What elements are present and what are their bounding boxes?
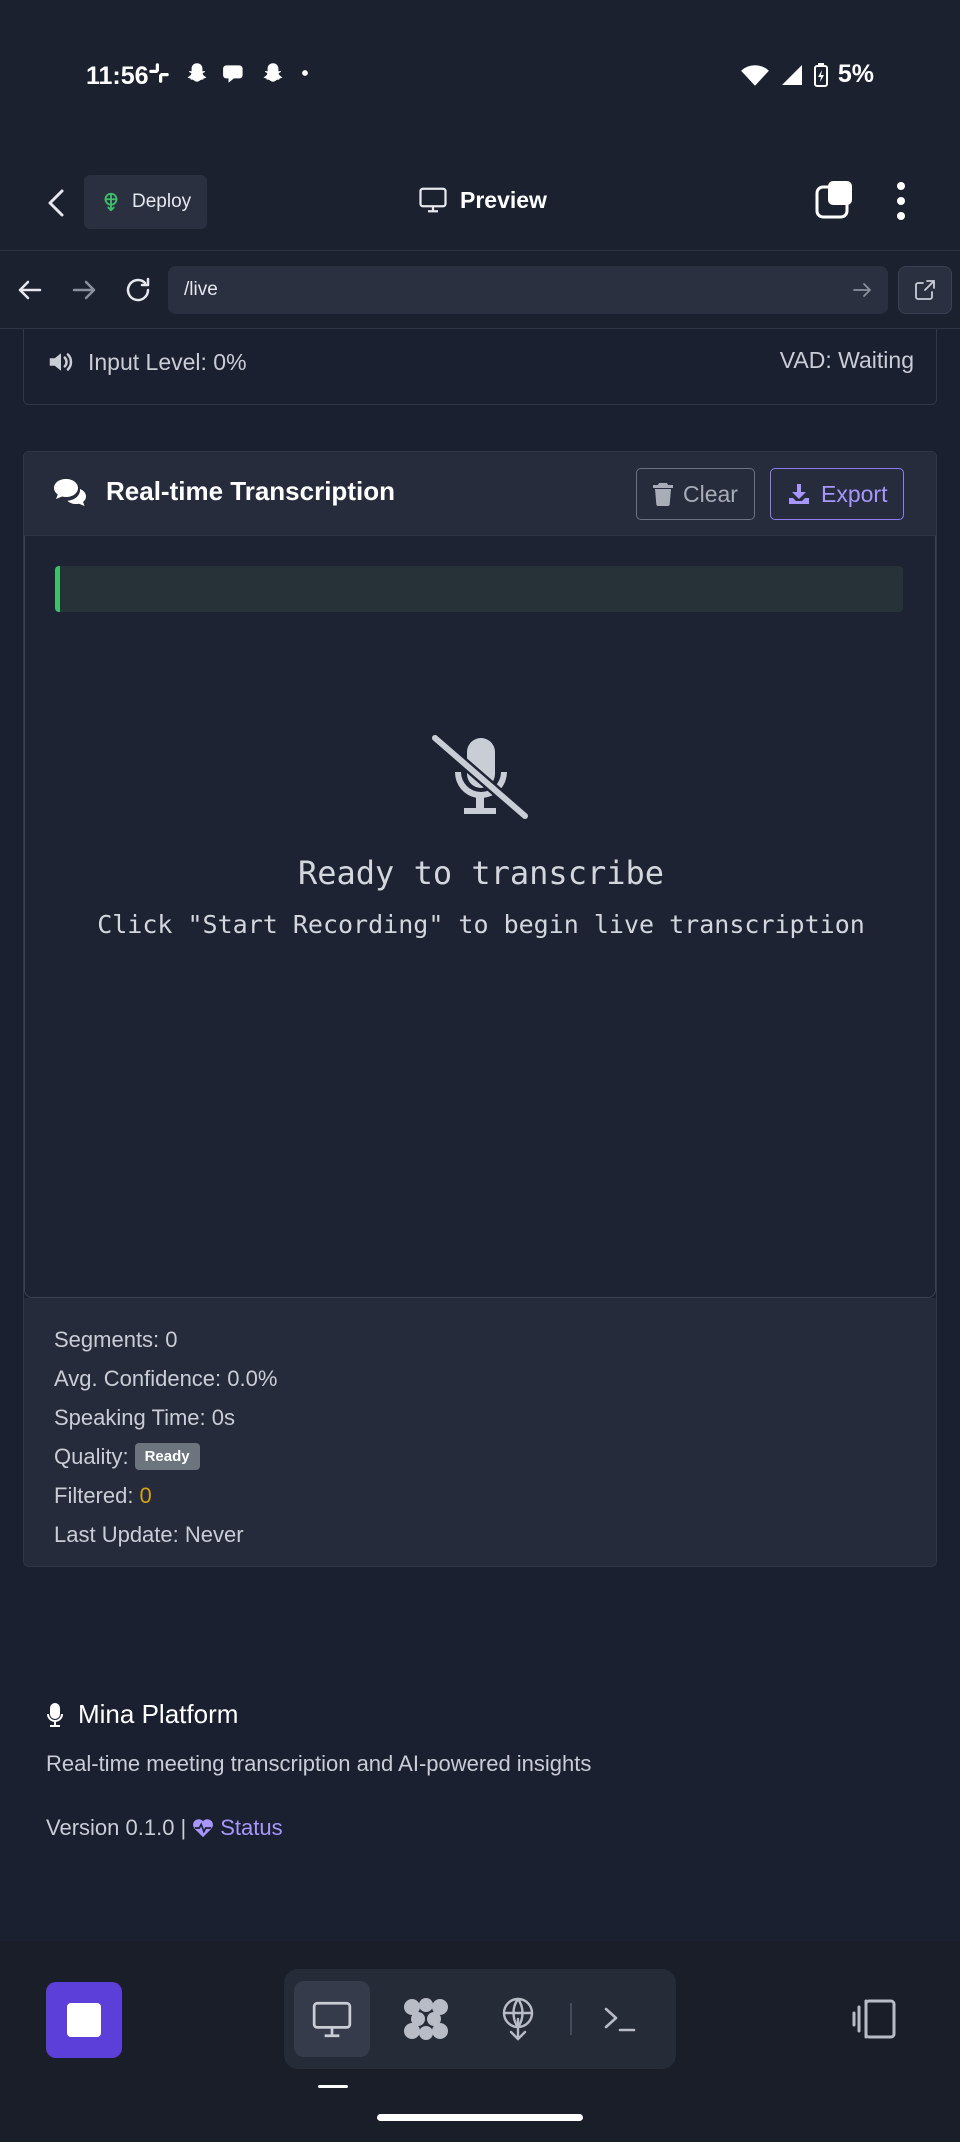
footer-description: Real-time meeting transcription and AI-p…	[46, 1751, 592, 1776]
transcription-header: Real-time Transcription Clear Export	[24, 452, 936, 536]
url-text: /live	[184, 279, 218, 300]
status-link-label: Status	[220, 1815, 283, 1840]
terminal-button[interactable]	[582, 1981, 658, 2057]
wifi-icon	[740, 64, 769, 86]
comments-icon	[54, 478, 86, 506]
stat-avg-confidence: Avg. Confidence: 0.0%	[54, 1365, 278, 1391]
nav-forward-icon[interactable]	[68, 274, 100, 306]
download-icon	[789, 484, 809, 504]
footer-title: Mina Platform	[78, 1699, 239, 1729]
footer-brand: Mina Platform	[46, 1699, 238, 1730]
back-arrow-icon[interactable]	[36, 183, 76, 223]
stat-speaking-time: Speaking Time: 0s	[54, 1404, 235, 1430]
stop-button[interactable]	[46, 1982, 122, 2058]
status-bar: 11:56 5%	[0, 0, 960, 155]
input-level: Input Level: 0%	[46, 347, 247, 377]
preview-label: Preview	[460, 186, 547, 213]
system-icons: 5%	[740, 60, 874, 89]
microphone-icon	[47, 1702, 63, 1727]
battery-percent: 5%	[837, 60, 874, 88]
clear-label: Clear	[683, 480, 738, 507]
dot-icon	[302, 70, 308, 76]
trash-icon	[653, 483, 673, 506]
url-row: /live	[0, 251, 960, 329]
agents-button[interactable]	[388, 1981, 464, 2057]
filtered-label: Filtered:	[54, 1482, 134, 1508]
deploy-label: Deploy	[132, 191, 192, 212]
quality-label: Quality:	[54, 1443, 129, 1469]
transcription-title: Real-time Transcription	[106, 476, 395, 506]
page-content: Input Level: 0% VAD: Waiting Real-time T…	[0, 329, 960, 1941]
deploy-view-button[interactable]	[480, 1981, 556, 2057]
stat-filtered: Filtered: 0	[54, 1476, 906, 1515]
battery-icon	[813, 62, 828, 87]
notification-icons	[146, 60, 312, 86]
stats-panel: Segments: 0 Avg. Confidence: 0.0% Speaki…	[24, 1298, 936, 1566]
transcript-area[interactable]: Ready to transcribe Click "Start Recordi…	[24, 536, 936, 1298]
version-text: Version 0.1.0 |	[46, 1815, 187, 1840]
status-time: 11:56	[86, 62, 149, 90]
preview-title[interactable]: Preview	[418, 185, 547, 215]
slack-icon	[149, 63, 169, 83]
terminal-icon	[604, 2007, 636, 2032]
bottom-toolbar	[0, 1941, 960, 2142]
app-bar: Deploy Preview	[0, 155, 960, 251]
input-level-card: Input Level: 0% VAD: Waiting	[23, 329, 937, 405]
export-button[interactable]: Export	[770, 468, 905, 520]
desktop-view-button[interactable]	[294, 1981, 370, 2057]
snapchat-icon	[187, 63, 207, 82]
monitor-icon	[419, 187, 447, 213]
transcription-title-wrap: Real-time Transcription	[52, 476, 395, 507]
agents-icon	[404, 1998, 448, 2040]
active-tab-indicator	[318, 2085, 348, 2088]
external-link-icon	[915, 280, 935, 300]
clear-button[interactable]: Clear	[636, 468, 755, 520]
snapchat-icon	[263, 63, 283, 82]
heartbeat-icon	[193, 1819, 214, 1838]
microphone-slash-icon	[429, 732, 531, 822]
view-switcher	[284, 1969, 676, 2069]
toolbar-divider	[570, 2003, 572, 2035]
volume-icon	[49, 353, 73, 371]
footer-version-row: Version 0.1.0 | Status	[46, 1815, 283, 1841]
signal-icon	[781, 64, 802, 85]
open-external-button[interactable]	[898, 266, 952, 314]
quality-badge: Ready	[134, 1443, 200, 1470]
more-vertical-icon[interactable]	[886, 179, 916, 223]
deploy-globe-icon	[502, 1997, 534, 2041]
deploy-button[interactable]: Deploy	[84, 175, 208, 229]
live-interim-bar	[55, 566, 903, 612]
input-level-label: Input Level: 0%	[88, 348, 247, 375]
export-label: Export	[821, 480, 888, 507]
empty-state-subtitle: Click "Start Recording" to begin live tr…	[97, 910, 865, 939]
side-panel-icon[interactable]	[850, 1997, 898, 2041]
vad-status: VAD: Waiting	[779, 347, 914, 373]
stat-last-update: Last Update: Never	[54, 1521, 244, 1547]
monitor-icon	[312, 2001, 352, 2038]
transcription-card: Real-time Transcription Clear Export Rea…	[23, 451, 937, 1567]
url-input[interactable]: /live	[168, 266, 888, 314]
nav-back-icon[interactable]	[14, 274, 46, 306]
stop-icon	[67, 2003, 101, 2037]
deploy-icon	[104, 192, 118, 212]
status-link[interactable]: Status	[192, 1815, 283, 1841]
empty-state-title: Ready to transcribe	[297, 854, 665, 892]
tabs-icon[interactable]	[814, 179, 856, 221]
reload-icon[interactable]	[122, 274, 154, 306]
filtered-value: 0	[139, 1482, 152, 1508]
go-arrow-icon[interactable]	[850, 278, 874, 302]
chat-icon	[223, 65, 243, 83]
stat-segments: Segments: 0	[54, 1326, 178, 1352]
home-indicator[interactable]	[377, 2114, 583, 2121]
stat-quality: Quality: Ready	[54, 1437, 906, 1476]
